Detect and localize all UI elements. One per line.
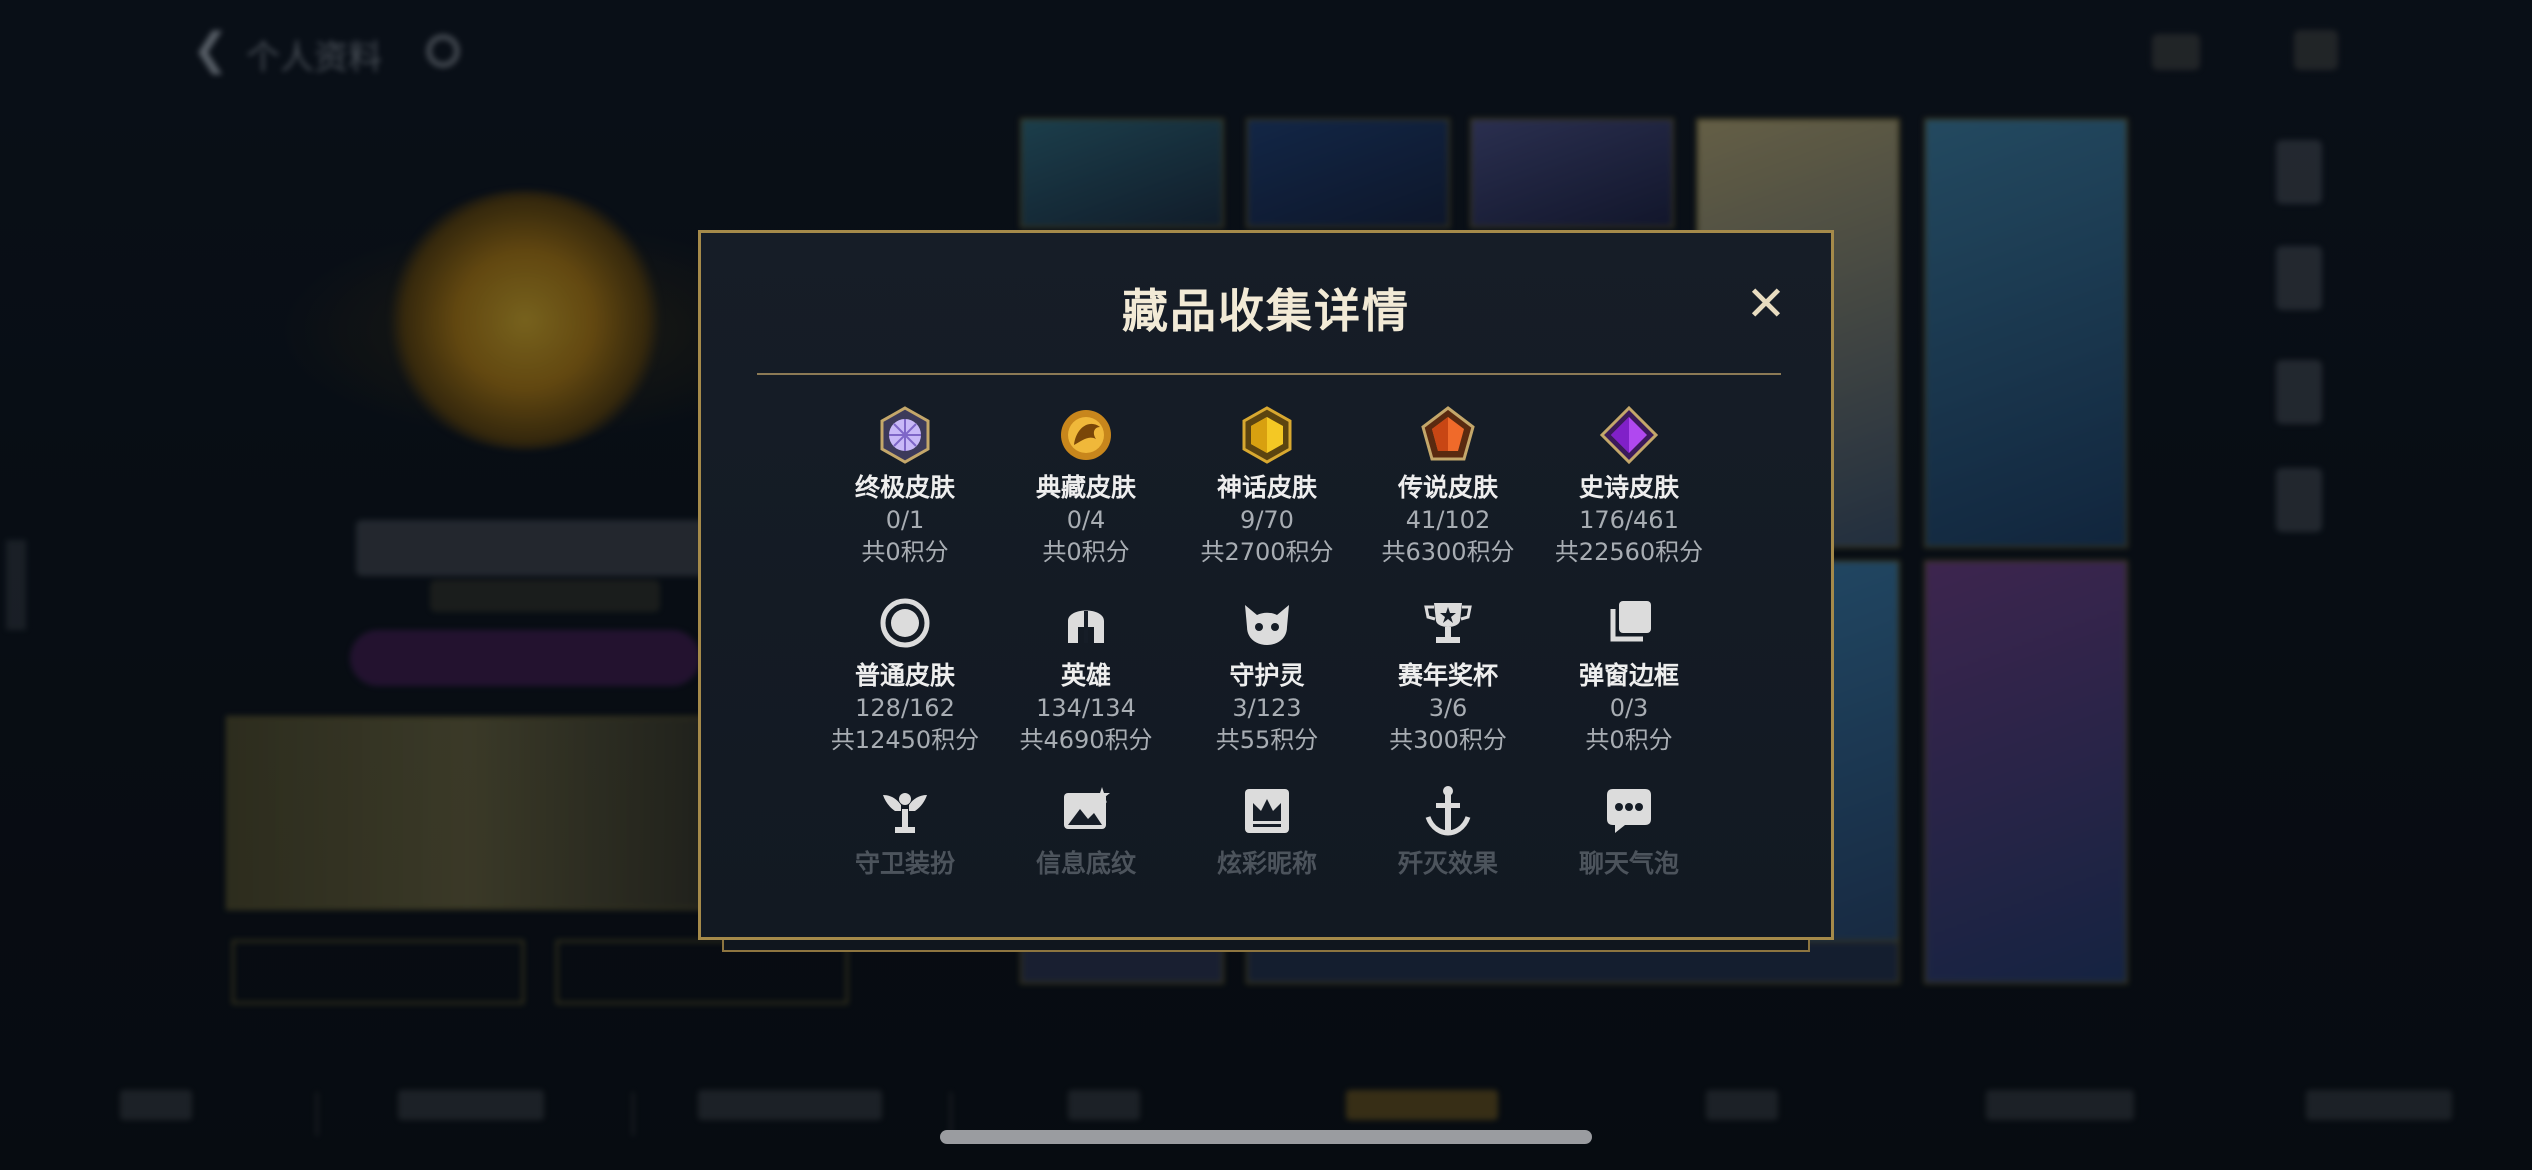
item-count: 176/461	[1579, 506, 1679, 534]
item-count: 9/70	[1240, 506, 1294, 534]
collection-item-legendary-skin[interactable]: 传说皮肤 41/102 共6300积分	[1358, 405, 1538, 567]
ward-icon	[883, 793, 927, 833]
collection-item-guardian[interactable]: 守护灵 3/123 共55积分	[1177, 593, 1357, 755]
item-points: 共0积分	[1042, 538, 1130, 566]
ultimate-gem-icon	[880, 406, 930, 464]
item-name: 守卫装扮	[854, 849, 955, 878]
collection-item-annihilation-effect[interactable]: 歼灭效果	[1358, 781, 1538, 879]
crown-card-icon	[1245, 789, 1289, 833]
item-points: 共55积分	[1215, 726, 1319, 754]
item-name: 歼灭效果	[1397, 849, 1498, 878]
item-name: 终极皮肤	[854, 473, 955, 502]
collection-item-info-pattern[interactable]: 信息底纹	[996, 781, 1176, 879]
item-name: 弹窗边框	[1578, 661, 1679, 690]
collection-item-epic-skin[interactable]: 史诗皮肤 176/461 共22560积分	[1539, 405, 1719, 567]
ring-icon	[880, 598, 930, 648]
item-points: 共22560积分	[1554, 538, 1704, 566]
collection-details-modal: 藏品收集详情 ✕ 终极皮肤 0/1 共0积分 典藏皮肤 0/4 共0积分 神话皮…	[698, 230, 1834, 940]
sword-icon	[1425, 786, 1471, 836]
trophy-icon	[1424, 603, 1472, 643]
modal-bottom-tab	[722, 938, 1810, 952]
item-name: 传说皮肤	[1397, 473, 1498, 502]
frame-stack-icon	[1610, 601, 1651, 642]
item-name: 史诗皮肤	[1578, 473, 1679, 502]
item-name: 聊天气泡	[1578, 849, 1679, 878]
item-points: 共2700积分	[1200, 538, 1334, 566]
helmet-icon	[1068, 610, 1104, 643]
collection-item-ultimate-skin[interactable]: 终极皮肤 0/1 共0积分	[815, 405, 995, 567]
item-name: 炫彩昵称	[1216, 849, 1317, 878]
chat-bubble-icon	[1607, 789, 1651, 833]
collection-item-trophy[interactable]: 赛年奖杯 3/6 共300积分	[1358, 593, 1538, 755]
home-indicator[interactable]	[940, 1130, 1592, 1144]
item-count: 134/134	[1036, 694, 1136, 722]
item-points: 共0积分	[861, 538, 949, 566]
item-points: 共0积分	[1585, 726, 1673, 754]
collection-item-collectors-skin[interactable]: 典藏皮肤 0/4 共0积分	[996, 405, 1176, 567]
mythic-gem-icon	[1242, 406, 1292, 464]
item-count: 3/6	[1428, 694, 1468, 722]
item-name: 守护灵	[1229, 661, 1305, 690]
item-name: 信息底纹	[1035, 849, 1136, 878]
item-name: 普通皮肤	[854, 661, 955, 690]
item-name: 神话皮肤	[1216, 473, 1317, 502]
collection-item-mythic-skin[interactable]: 神话皮肤 9/70 共2700积分	[1177, 405, 1357, 567]
item-name: 赛年奖杯	[1397, 661, 1498, 690]
item-points: 共12450积分	[830, 726, 980, 754]
collection-item-heroes[interactable]: 英雄 134/134 共4690积分	[996, 593, 1176, 755]
image-card-icon	[1064, 787, 1110, 829]
item-name: 英雄	[1060, 661, 1111, 690]
item-count: 0/3	[1609, 694, 1649, 722]
item-count: 0/1	[885, 506, 925, 534]
item-points: 共4690积分	[1019, 726, 1153, 754]
collection-item-ward-skin[interactable]: 守卫装扮	[815, 781, 995, 879]
guardian-pet-icon	[1245, 605, 1289, 645]
item-count: 128/162	[855, 694, 955, 722]
dragon-emblem-icon	[1061, 410, 1111, 460]
item-name: 典藏皮肤	[1035, 473, 1136, 502]
item-count: 0/4	[1066, 506, 1106, 534]
collection-item-chat-bubble[interactable]: 聊天气泡	[1539, 781, 1719, 879]
close-button[interactable]: ✕	[1741, 279, 1791, 329]
epic-gem-icon	[1599, 405, 1659, 465]
item-points: 共6300积分	[1381, 538, 1515, 566]
legendary-gem-icon	[1421, 406, 1475, 461]
item-points: 共300积分	[1389, 726, 1507, 754]
item-count: 41/102	[1405, 506, 1491, 534]
collection-item-popup-frame[interactable]: 弹窗边框 0/3 共0积分	[1539, 593, 1719, 755]
item-count: 3/123	[1232, 694, 1302, 722]
collection-item-color-nickname[interactable]: 炫彩昵称	[1177, 781, 1357, 879]
divider	[757, 373, 1781, 375]
modal-title: 藏品收集详情	[1122, 284, 1410, 338]
collection-item-normal-skin[interactable]: 普通皮肤 128/162 共12450积分	[815, 593, 995, 755]
